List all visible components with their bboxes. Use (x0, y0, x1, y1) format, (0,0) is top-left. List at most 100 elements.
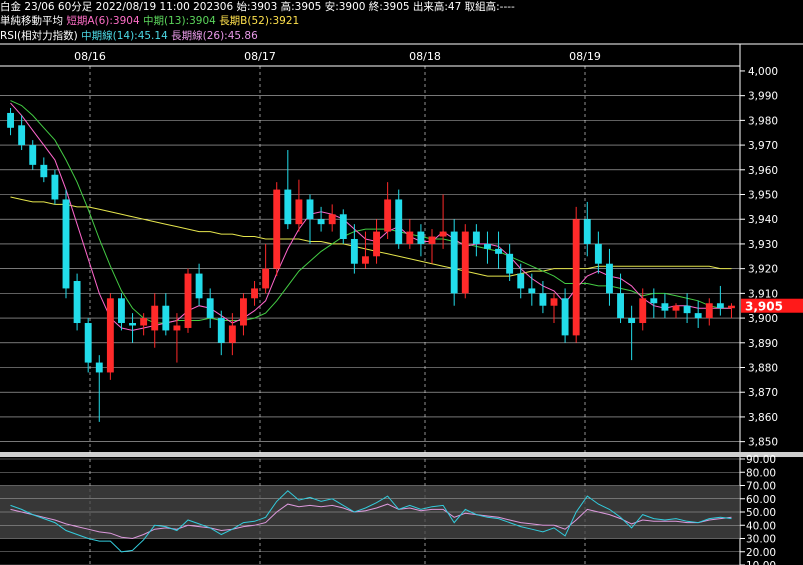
candle-body (517, 273, 525, 289)
candle-body (106, 298, 114, 373)
candle-body (406, 231, 414, 244)
candle-body (672, 305, 680, 311)
candle-body (439, 231, 447, 237)
candle-body (228, 325, 236, 343)
candle-body (594, 243, 602, 264)
price-tick-label: 3,920 (748, 264, 778, 276)
rsi-tick-label: 10.00 (746, 560, 776, 565)
candle-body (661, 303, 669, 311)
candle-body (683, 305, 691, 314)
price-tick-label: 3,850 (748, 437, 778, 449)
price-tick-label: 3,880 (748, 363, 778, 375)
price-tick-label: 3,960 (748, 165, 778, 177)
price-tick-label: 3,990 (748, 91, 778, 103)
panel-separator (0, 452, 803, 457)
rsi-tick-label: 40.00 (746, 520, 776, 532)
candle-body (450, 231, 458, 294)
candle-body (306, 199, 314, 220)
candle-body (240, 298, 247, 326)
candle-body (95, 362, 103, 373)
price-tick-label: 3,870 (748, 387, 778, 399)
candle-body (550, 298, 558, 306)
price-tick-label: 3,950 (748, 190, 778, 202)
candle-body (694, 313, 702, 319)
price-tick-label: 3,860 (748, 412, 778, 424)
rsi-tick-label: 30.00 (746, 534, 776, 546)
candle-body (617, 293, 624, 319)
candle-body (262, 268, 270, 289)
candle-body (206, 298, 214, 319)
candle-body (716, 303, 724, 309)
price-tick-label: 4,000 (748, 66, 778, 78)
price-tick-label: 3,980 (748, 115, 778, 127)
price-tick-label: 3,910 (748, 288, 778, 300)
candle-body (251, 288, 258, 299)
price-tick-label: 3,890 (748, 338, 778, 350)
candle-body (461, 231, 469, 294)
candle-body (84, 323, 92, 363)
price-chart-area[interactable]: 4,000 3,990 3,980 3,970 3,960 3,950 3,940 3,930… (0, 0, 803, 565)
candle-body (173, 325, 181, 331)
candle-body (350, 238, 358, 264)
candle-body (417, 231, 425, 244)
candle-body (162, 305, 170, 331)
candle-body (73, 281, 81, 324)
price-tick-label: 3,970 (748, 140, 778, 152)
candle-body (373, 231, 380, 257)
candle-body (195, 273, 203, 299)
candle-body (395, 199, 403, 244)
candle-body (428, 236, 436, 244)
rsi-tick-label: 50.00 (746, 507, 776, 519)
candle-body (472, 231, 480, 244)
candle-body (140, 318, 148, 326)
rsi-tick-label: 60.00 (746, 494, 776, 506)
ma-long-line (10, 196, 732, 277)
candlestick-layer (7, 108, 735, 422)
candle-body (118, 298, 125, 324)
candle-body (528, 288, 536, 294)
date-tick-label: 08/18 (409, 50, 441, 63)
price-tick-label: 3,900 (748, 313, 778, 325)
rsi-panel (0, 458, 740, 565)
candle-body (317, 219, 325, 225)
candle-body (151, 305, 159, 331)
candle-body (62, 199, 70, 289)
rsi-tick-label: 90.00 (746, 454, 776, 466)
candle-body (484, 243, 491, 249)
candle-body (184, 273, 192, 328)
candle-body (7, 112, 14, 128)
candle-body (561, 298, 569, 336)
candle-body (129, 323, 136, 326)
candle-body (606, 263, 613, 294)
price-tick-label: 3,940 (748, 214, 778, 226)
candle-body (639, 298, 647, 324)
candle-body (284, 189, 292, 225)
candle-body (384, 199, 392, 232)
candle-body (295, 199, 303, 225)
ma-mid-line (10, 100, 732, 324)
date-tick-label: 08/16 (74, 50, 106, 63)
candle-body (18, 125, 26, 146)
candle-body (650, 298, 658, 304)
candle-body (705, 303, 713, 319)
rsi-tick-label: 20.00 (746, 547, 776, 559)
candle-body (362, 256, 369, 264)
price-tick-label: 3,930 (748, 239, 778, 251)
rsi-tick-label: 80.00 (746, 467, 776, 479)
candle-body (29, 145, 37, 165)
candle-body (339, 214, 347, 239)
candle-body (539, 293, 547, 306)
candle-body (328, 214, 336, 225)
candle-body (728, 305, 735, 309)
candle-body (583, 219, 591, 244)
candle-body (628, 318, 636, 324)
candle-body (273, 189, 281, 269)
candle-body (40, 164, 48, 178)
candle-body (506, 253, 514, 274)
candle-body (572, 219, 580, 336)
date-tick-label: 08/17 (244, 50, 276, 63)
candle-body (217, 318, 225, 343)
rsi-tick-label: 70.00 (746, 481, 776, 493)
candle-body (495, 248, 502, 254)
candle-body (51, 174, 59, 200)
